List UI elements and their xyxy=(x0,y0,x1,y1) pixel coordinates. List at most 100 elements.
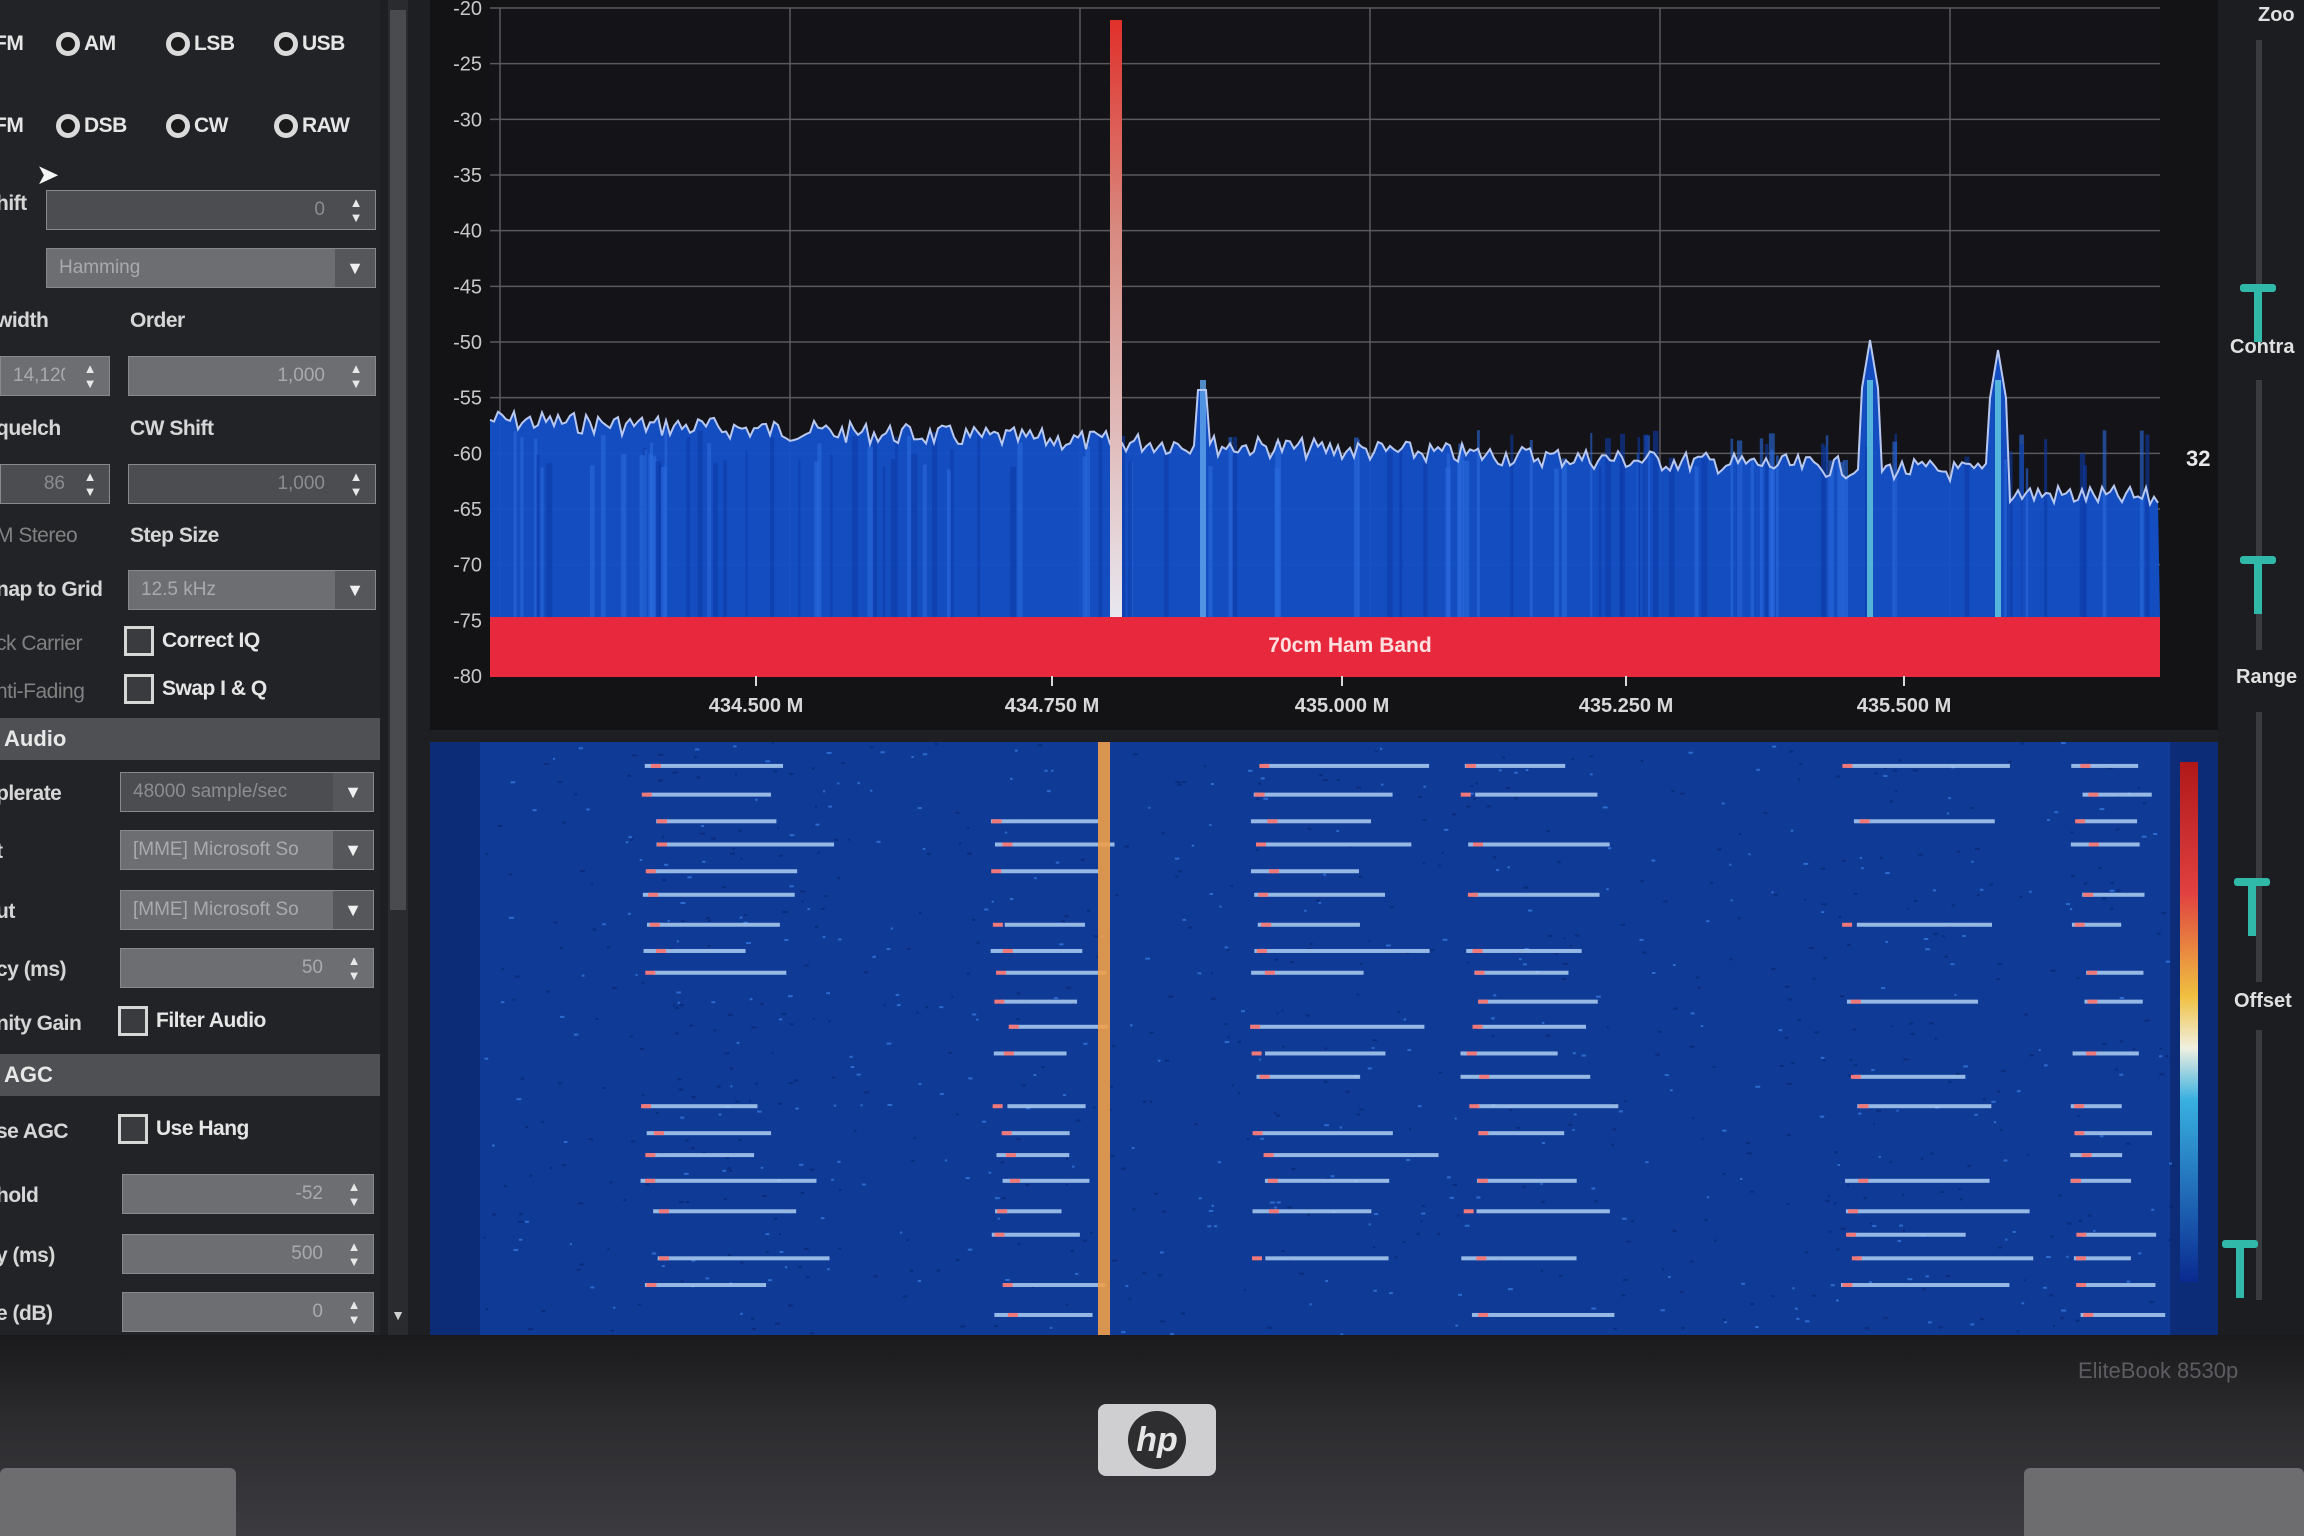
carrier-marker xyxy=(1110,20,1122,620)
spectrum-display[interactable]: -20 -25 -30 -35 -40 -45 -50 -55 -60 -65 -70 -75 -80 … xyxy=(430,0,2220,730)
offset-slider-thumb[interactable] xyxy=(2234,878,2270,938)
latency-stepper[interactable]: 50 ▲ ▼ xyxy=(120,948,374,988)
swap-iq-checkbox[interactable]: Swap I & Q xyxy=(124,674,267,704)
scrollbar-thumb[interactable] xyxy=(390,10,406,910)
radio-usb[interactable]: USB xyxy=(274,32,345,56)
scroll-down-icon[interactable]: ▼ xyxy=(388,1307,408,1323)
waterfall-noise-dot xyxy=(729,852,735,855)
filter-audio-checkbox[interactable]: Filter Audio xyxy=(118,1006,266,1036)
spin-arrows-icon[interactable]: ▲ ▼ xyxy=(341,193,371,227)
waterfall-burst xyxy=(1460,792,1598,797)
spectrum-streak xyxy=(1605,438,1611,639)
agc-section-header[interactable]: AGC xyxy=(0,1054,380,1096)
radio-nfm[interactable]: FM xyxy=(0,114,24,138)
anti-fading-label[interactable]: nti-Fading xyxy=(0,680,85,704)
slope-label: e (dB) xyxy=(0,1302,53,1325)
slope-stepper[interactable]: 0 ▲ ▼ xyxy=(122,1292,374,1332)
burst-head xyxy=(1842,1283,1853,1288)
waterfall-noise-dot xyxy=(2016,1330,2020,1333)
spin-arrows-icon[interactable]: ▲ ▼ xyxy=(341,359,371,393)
waterfall-noise-dot xyxy=(837,782,840,785)
use-agc-label[interactable]: se AGC xyxy=(0,1120,69,1144)
zoom-slider-track[interactable] xyxy=(2256,40,2262,310)
chevron-down-icon[interactable]: ▼ xyxy=(333,831,373,869)
burst-line xyxy=(653,1209,797,1214)
waterfall-noise-dot xyxy=(1375,750,1378,753)
waterfall-slider-thumb[interactable] xyxy=(2222,1240,2258,1300)
spectrum-plot[interactable]: -20-25-30-35-40-45-50-55-60-65-70-75-80 … xyxy=(430,0,2220,730)
lock-carrier-label[interactable]: ck Carrier xyxy=(0,632,83,656)
radio-wfm[interactable]: FM xyxy=(0,32,24,56)
waterfall-noise-dot xyxy=(2126,1142,2131,1145)
waterfall-burst xyxy=(656,819,777,824)
burst-head xyxy=(649,922,660,927)
waterfall-noise-dot xyxy=(1969,807,1974,810)
radio-lsb[interactable]: LSB xyxy=(166,32,235,56)
radio-am[interactable]: AM xyxy=(56,32,116,56)
range-slider-thumb[interactable] xyxy=(2240,556,2276,616)
screen: FM AM LSB USB FM DSB CW RAW xyxy=(0,0,2304,1335)
spin-arrows-icon[interactable]: ▲ ▼ xyxy=(339,1237,369,1271)
audio-input-select[interactable]: [MME] Microsoft So ▼ xyxy=(120,830,374,870)
swap-iq-label: Swap I & Q xyxy=(162,677,267,700)
use-hang-checkbox[interactable]: Use Hang xyxy=(118,1114,249,1144)
spin-arrows-icon[interactable]: ▲ ▼ xyxy=(75,359,105,393)
order-stepper[interactable]: 1,000 ▲ ▼ xyxy=(128,356,376,396)
samplerate-select[interactable]: 48000 sample/sec ▼ xyxy=(120,772,374,812)
spin-arrows-icon[interactable]: ▲ ▼ xyxy=(339,1177,369,1211)
audio-output-select[interactable]: [MME] Microsoft So ▼ xyxy=(120,890,374,930)
chevron-down-icon[interactable]: ▼ xyxy=(333,891,373,929)
spin-arrows-icon[interactable]: ▲ ▼ xyxy=(339,1295,369,1329)
decay-stepper[interactable]: 500 ▲ ▼ xyxy=(122,1234,374,1274)
chevron-down-icon[interactable]: ▼ xyxy=(335,249,375,287)
burst-head xyxy=(2075,819,2086,824)
threshold-stepper[interactable]: -52 ▲ ▼ xyxy=(122,1174,374,1214)
waterfall-burst xyxy=(990,819,1099,824)
waterfall-noise-dot xyxy=(1714,1239,1717,1242)
zoom-slider-thumb[interactable] xyxy=(2240,284,2276,344)
left-panel-scrollbar[interactable]: ▼ xyxy=(388,0,408,1335)
waterfall-noise-dot xyxy=(1755,1085,1761,1088)
shift-stepper[interactable]: 0 ▲ ▼ xyxy=(46,190,376,230)
unity-gain-label[interactable]: nity Gain xyxy=(0,1012,82,1036)
snap-to-grid-label[interactable]: nap to Grid xyxy=(0,578,103,602)
radio-dsb[interactable]: DSB xyxy=(56,114,127,138)
cw-shift-stepper[interactable]: 1,000 ▲ ▼ xyxy=(128,464,376,504)
correct-iq-checkbox[interactable]: Correct IQ xyxy=(124,626,260,656)
burst-head xyxy=(2083,892,2094,897)
window-select[interactable]: Hamming ▼ xyxy=(46,248,376,288)
latency-value: 50 xyxy=(301,957,323,978)
waterfall-noise-dot xyxy=(1612,1128,1617,1131)
offset-slider-track[interactable] xyxy=(2256,712,2262,982)
waterfall-display[interactable] xyxy=(430,742,2220,1335)
radio-cw[interactable]: CW xyxy=(166,114,229,138)
chevron-down-icon[interactable]: ▼ xyxy=(333,773,373,811)
chevron-down-icon[interactable]: ▼ xyxy=(335,571,375,609)
bandwidth-stepper[interactable]: 14,120 ▲▼ xyxy=(0,356,110,396)
audio-section-header[interactable]: Audio xyxy=(0,718,380,760)
radio-raw[interactable]: RAW xyxy=(274,114,350,138)
spin-arrows-icon[interactable]: ▲ ▼ xyxy=(339,951,369,985)
spin-arrows-icon[interactable]: ▲ ▼ xyxy=(341,467,371,501)
waterfall-noise-dot xyxy=(689,1024,694,1027)
waterfall-noise-dot xyxy=(2083,882,2088,885)
step-size-select[interactable]: 12.5 kHz ▼ xyxy=(128,570,376,610)
waterfall-noise-dot xyxy=(1989,883,1993,886)
waterfall-noise-dot xyxy=(756,1110,762,1113)
waterfall-noise-dot xyxy=(690,1147,695,1150)
waterfall-noise-dot xyxy=(1951,904,1955,907)
waterfall-burst xyxy=(645,1153,755,1158)
waterfall-noise-dot xyxy=(1738,832,1742,835)
waterfall-noise-dot xyxy=(1689,1045,1695,1048)
burst-head xyxy=(2081,1153,2092,1158)
spin-arrows-icon[interactable]: ▲ ▼ xyxy=(75,467,105,501)
y-tick-label: -60 xyxy=(453,443,482,465)
waterfall-plot[interactable] xyxy=(430,742,2220,1335)
waterfall-noise-dot xyxy=(788,995,793,998)
waterfall-noise-dot xyxy=(1838,916,1842,919)
squelch-stepper[interactable]: 86 ▲ ▼ xyxy=(0,464,110,504)
waterfall-noise-dot xyxy=(1345,1090,1350,1093)
waterfall-noise-dot xyxy=(1849,1059,1853,1062)
x-tick-label: 434.750 M xyxy=(1005,695,1100,717)
waterfall-noise-dot xyxy=(518,1238,523,1241)
